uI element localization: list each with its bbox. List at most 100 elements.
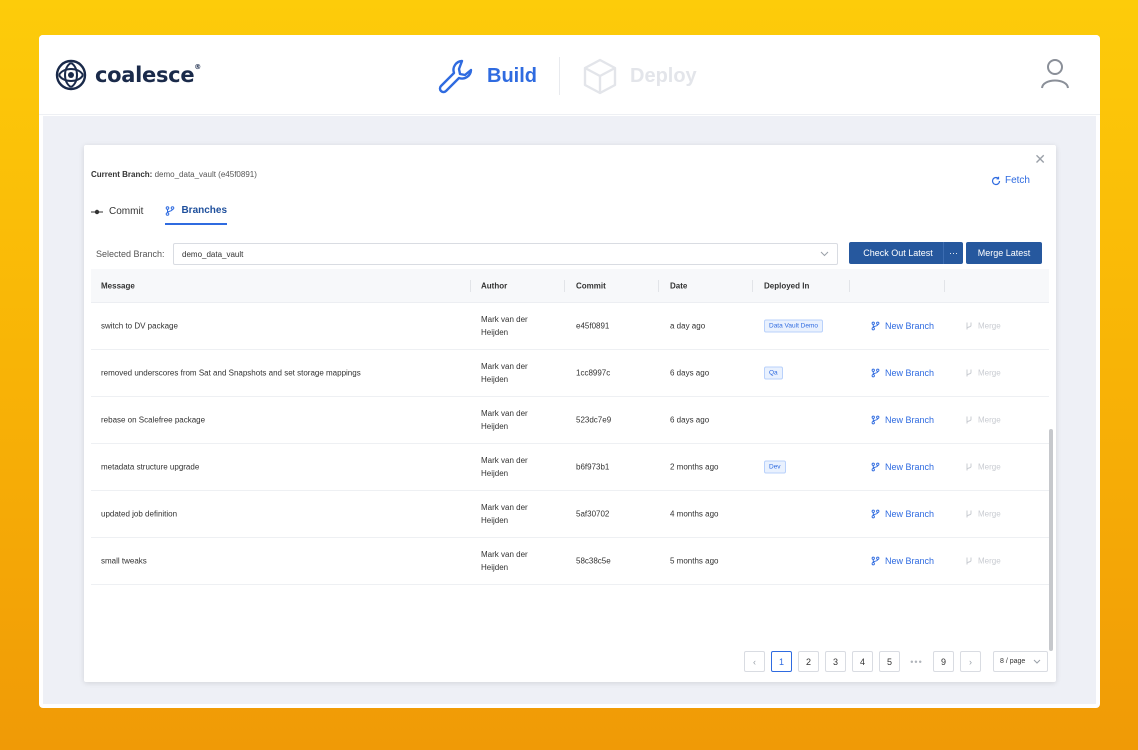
header-commit: Commit — [576, 281, 606, 290]
new-branch-button[interactable]: New Branch — [871, 321, 934, 331]
commit-author: Mark van der Heijden — [481, 503, 528, 525]
merge-latest-button[interactable]: Merge Latest — [966, 242, 1042, 264]
commit-message: rebase on Scalefree package — [101, 415, 206, 425]
current-branch-value: demo_data_vault (e45f0891) — [154, 170, 257, 179]
header-divider — [658, 280, 659, 292]
header-divider — [752, 280, 753, 292]
check-out-latest-button[interactable]: Check Out Latest ··· — [849, 242, 963, 264]
new-branch-button[interactable]: New Branch — [871, 415, 934, 425]
page-button[interactable]: 4 — [852, 651, 873, 672]
new-branch-button[interactable]: New Branch — [871, 462, 934, 472]
page-button[interactable]: 9 — [933, 651, 954, 672]
commit-date: 5 months ago — [670, 556, 719, 566]
merge-icon — [966, 322, 972, 330]
top-bar: coalesce® Build Deploy — [39, 35, 1100, 115]
commit-author: Mark van der Heijden — [481, 456, 528, 478]
coalesce-logo-icon — [55, 59, 87, 91]
tab-commit-label: Commit — [109, 206, 144, 217]
merge-icon — [966, 369, 972, 377]
page-button[interactable]: 3 — [825, 651, 846, 672]
commit-date: a day ago — [670, 321, 706, 331]
page-button[interactable]: 5 — [879, 651, 900, 672]
wrench-icon — [438, 59, 473, 94]
prev-page-button[interactable]: ‹ — [744, 651, 765, 672]
merge-button[interactable]: Merge — [965, 510, 1001, 519]
dialog-tabs: Commit Branches — [91, 205, 249, 225]
commit-hash: 523dc7e9 — [576, 415, 612, 425]
commits-table: Message Author Commit Date Deployed In s… — [91, 269, 1053, 651]
page-size-select[interactable]: 8 / page — [993, 651, 1048, 672]
commit-author: Mark van der Heijden — [481, 409, 528, 431]
commit-date: 6 days ago — [670, 415, 710, 425]
header-date: Date — [670, 281, 688, 290]
page-button[interactable]: 1 — [771, 651, 792, 672]
new-branch-button[interactable]: New Branch — [871, 509, 934, 519]
chevron-down-icon — [1033, 659, 1041, 664]
branch-selector-row: Selected Branch: demo_data_vault Check O… — [96, 242, 1044, 266]
coalesce-logo[interactable]: coalesce® — [55, 59, 201, 91]
app-window: coalesce® Build Deploy ✕ Current Branch:… — [39, 35, 1100, 708]
page-button[interactable]: 2 — [798, 651, 819, 672]
deploy-label: Deploy — [630, 64, 697, 87]
header-message: Message — [101, 281, 135, 290]
branch-icon — [871, 415, 880, 425]
header-divider — [944, 280, 945, 292]
user-avatar-icon[interactable] — [1040, 57, 1070, 94]
commit-hash: 1cc8997c — [576, 368, 611, 378]
merge-icon — [966, 463, 972, 471]
tab-branches-label: Branches — [181, 205, 228, 216]
branch-icon — [871, 368, 880, 378]
merge-button[interactable]: Merge — [965, 369, 1001, 378]
deployed-badge: Data Vault Demo — [764, 319, 824, 333]
branch-icon — [166, 205, 175, 216]
refresh-icon — [991, 176, 1001, 185]
header-author: Author — [481, 281, 508, 290]
build-mode-tab[interactable]: Build — [437, 57, 537, 95]
commit-author: Mark van der Heijden — [481, 315, 528, 337]
header-divider — [470, 280, 471, 292]
table-row: small tweaks Mark van der Heijden 58c38c5… — [91, 538, 1049, 585]
fetch-button[interactable]: Fetch — [991, 175, 1030, 186]
tab-branches[interactable]: Branches — [165, 205, 228, 225]
build-label: Build — [487, 64, 537, 87]
page-size-value: 8 / page — [1000, 658, 1026, 665]
merge-button[interactable]: Merge — [965, 322, 1001, 331]
close-icon[interactable]: ✕ — [1034, 151, 1046, 168]
pagination: ‹ 1 2 3 4 5 ••• 9 › 8 / page — [744, 651, 1048, 672]
table-scrollbar[interactable] — [1049, 429, 1053, 651]
header-deployed-in: Deployed In — [764, 281, 810, 290]
current-branch: Current Branch: demo_data_vault (e45f089… — [91, 170, 257, 179]
new-branch-button[interactable]: New Branch — [871, 556, 934, 566]
new-branch-button[interactable]: New Branch — [871, 368, 934, 378]
branch-select-value: demo_data_vault — [182, 249, 244, 259]
branch-select[interactable]: demo_data_vault — [173, 243, 838, 265]
table-row: metadata structure upgrade Mark van der H… — [91, 444, 1049, 491]
branch-icon — [871, 321, 880, 331]
fetch-label: Fetch — [1004, 175, 1030, 186]
tab-commit[interactable]: Commit — [91, 205, 143, 225]
deployed-badge: Qa — [764, 366, 783, 380]
next-page-button[interactable]: › — [960, 651, 981, 672]
merge-icon — [966, 510, 972, 518]
merge-icon — [966, 557, 972, 565]
deploy-mode-tab[interactable]: Deploy — [582, 57, 697, 95]
table-header: Message Author Commit Date Deployed In — [91, 269, 1049, 303]
commit-message: small tweaks — [101, 556, 147, 566]
commit-message: metadata structure upgrade — [101, 462, 200, 472]
table-row: updated job definition Mark van der Heijd… — [91, 491, 1049, 538]
commit-date: 2 months ago — [670, 462, 719, 472]
merge-icon — [966, 416, 972, 424]
commit-date: 4 months ago — [670, 509, 719, 519]
table-row: rebase on Scalefree package Mark van der… — [91, 397, 1049, 444]
merge-button[interactable]: Merge — [965, 557, 1001, 566]
pagination-ellipsis[interactable]: ••• — [906, 657, 927, 667]
table-row: removed underscores from Sat and Snapsho… — [91, 350, 1049, 397]
more-options-button[interactable]: ··· — [943, 242, 963, 264]
selected-branch-label: Selected Branch: — [96, 249, 165, 259]
merge-button[interactable]: Merge — [965, 463, 1001, 472]
table-row: switch to DV package Mark van der Heijden… — [91, 303, 1049, 350]
chevron-down-icon — [820, 251, 829, 257]
merge-button[interactable]: Merge — [965, 416, 1001, 425]
commit-hash: 5af30702 — [576, 509, 610, 519]
cube-icon — [583, 58, 617, 95]
